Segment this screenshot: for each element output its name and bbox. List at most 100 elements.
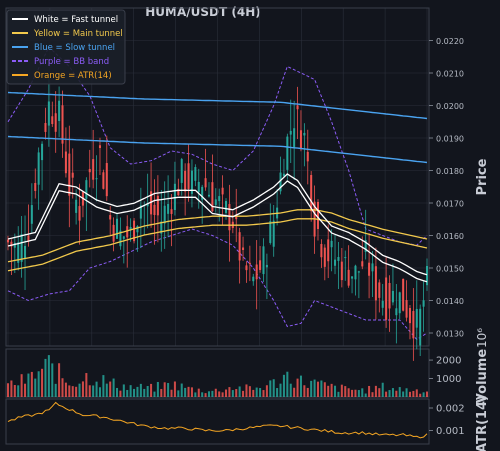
volume-bar: [221, 392, 224, 397]
candle-body: [286, 136, 289, 170]
candle-body: [126, 226, 129, 238]
volume-bar: [364, 393, 367, 397]
volume-bar: [252, 389, 255, 397]
volume-bar: [351, 389, 354, 397]
volume-bar: [173, 381, 176, 397]
tick-label: 0.0170: [436, 200, 464, 209]
candle-body: [34, 182, 37, 191]
volume-bar: [242, 390, 245, 397]
volume-bar: [371, 392, 374, 397]
candle-body: [44, 123, 47, 132]
volume-bar: [272, 379, 275, 397]
volume-bar: [30, 371, 33, 397]
volume-bar: [262, 390, 265, 397]
volume-bar: [105, 383, 108, 397]
tick-label: 0.0190: [436, 135, 464, 144]
volume-bar: [207, 391, 210, 397]
volume-exponent-label: 10⁶: [475, 328, 489, 348]
candle-body: [252, 276, 255, 282]
volume-bar: [347, 388, 350, 397]
candle-body: [381, 300, 384, 308]
tick-label: 1000: [436, 374, 461, 385]
candle-body: [173, 183, 176, 210]
volume-bar: [398, 387, 401, 397]
volume-bar: [51, 363, 54, 397]
volume-bar: [201, 392, 204, 397]
candle-body: [109, 215, 112, 220]
candle-body: [248, 262, 251, 264]
volume-bar: [115, 387, 119, 397]
volume-bar: [316, 381, 320, 397]
candle-body: [425, 265, 429, 286]
volume-bar: [6, 383, 10, 397]
candle-body: [419, 308, 422, 346]
volume-bar: [259, 388, 262, 397]
volume-bar: [75, 386, 78, 397]
volume-bar: [81, 381, 84, 397]
candle-body: [337, 257, 340, 261]
candle-body: [347, 269, 350, 286]
volume-bar: [98, 387, 101, 397]
volume-bar: [150, 383, 153, 397]
volume-bar: [245, 384, 248, 397]
volume-bar: [231, 390, 234, 397]
volume-bar: [299, 375, 302, 397]
volume-bar: [197, 388, 200, 397]
volume-bar: [327, 385, 330, 397]
volume-bar: [425, 391, 429, 397]
volume-bar: [293, 387, 296, 397]
chart-title: HUMA/USDT (4H): [145, 5, 260, 19]
candle-body: [207, 194, 210, 197]
volume-bar: [422, 392, 425, 397]
candle-body: [405, 300, 408, 318]
candle-body: [204, 178, 207, 188]
candle-body: [259, 260, 262, 270]
volume-bar: [238, 386, 241, 397]
volume-bar: [204, 393, 207, 397]
candle-body: [47, 101, 50, 126]
volume-bar: [276, 388, 279, 397]
volume-bar: [184, 387, 187, 397]
candle-body: [122, 236, 125, 239]
candle-body: [221, 187, 224, 195]
volume-bar: [109, 381, 112, 397]
volume-bar: [44, 358, 47, 397]
candle-body: [37, 152, 40, 185]
candle-body: [402, 278, 405, 311]
volume-bar: [187, 386, 190, 397]
candle-body: [197, 181, 200, 193]
tick-label: 0.0150: [436, 265, 464, 274]
volume-bar: [218, 391, 221, 397]
volume-bar: [395, 390, 398, 397]
volume-bar: [211, 390, 214, 397]
volume-bar: [68, 385, 71, 397]
volume-bar: [368, 385, 371, 397]
volume-bar: [378, 388, 381, 397]
price-axis-label: Price: [475, 158, 490, 195]
candle-body: [170, 209, 173, 214]
volume-bar: [78, 383, 81, 397]
legend-entry-label: Orange = ATR(14): [34, 71, 112, 81]
candle-body: [272, 220, 275, 247]
candle-body: [391, 290, 394, 303]
volume-bar: [163, 382, 166, 397]
volume-bar: [419, 393, 422, 397]
candle-body: [102, 172, 105, 189]
volume-bar: [402, 391, 405, 397]
volume-bar: [313, 379, 316, 397]
volume-bar: [122, 384, 125, 397]
tick-label: 0.001: [436, 426, 465, 437]
volume-bar: [64, 382, 67, 397]
volume-bar: [385, 391, 388, 397]
volume-bar: [139, 383, 142, 397]
volume-bar: [225, 389, 228, 397]
candle-body: [245, 265, 248, 271]
volume-bar: [34, 378, 37, 397]
volume-bar: [344, 386, 347, 397]
volume-bar: [415, 389, 418, 397]
volume-bar: [112, 378, 115, 397]
candle-body: [85, 180, 88, 199]
volume-bar: [153, 391, 156, 397]
volume-bar: [330, 383, 333, 397]
tick-label: 0.0160: [436, 232, 464, 241]
